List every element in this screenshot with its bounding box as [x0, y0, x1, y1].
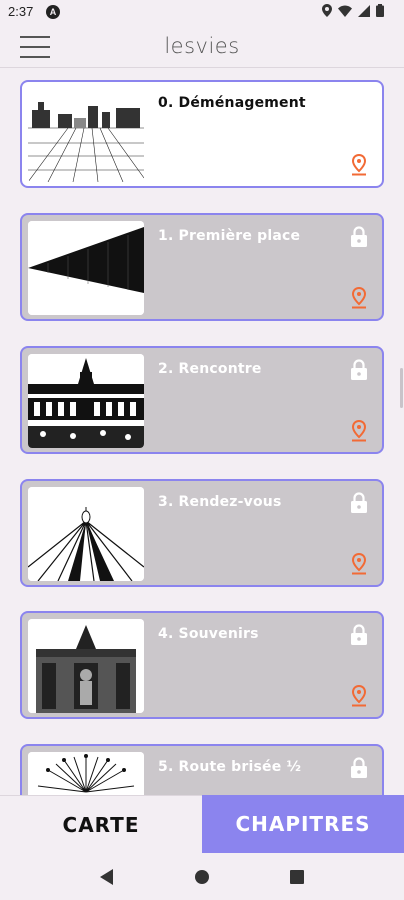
bottom-tabs: CARTE CHAPITRES [0, 795, 404, 853]
chapter-thumbnail-5 [28, 752, 144, 795]
scrollbar[interactable] [400, 68, 404, 795]
tab-carte[interactable]: CARTE [0, 795, 202, 853]
status-bar: 2:37 A [0, 0, 404, 24]
wifi-icon [338, 5, 352, 17]
battery-icon [376, 4, 384, 17]
map-pin-icon[interactable] [350, 553, 368, 575]
lock-icon [351, 624, 367, 645]
lock-icon [351, 492, 367, 513]
back-icon[interactable] [100, 868, 114, 885]
status-icons [322, 4, 384, 17]
map-pin-icon[interactable] [350, 685, 368, 707]
chapter-list[interactable]: 0. Déménagement 1. Première place 2. Ren… [0, 68, 404, 795]
recents-icon[interactable] [290, 869, 304, 884]
notification-a-icon: A [46, 5, 60, 19]
location-icon [322, 4, 332, 17]
lock-icon [351, 757, 367, 778]
lock-icon [351, 359, 367, 380]
signal-icon [358, 4, 370, 17]
app-bar: lesvies [0, 24, 404, 68]
chapter-title-1: 1. Première place [158, 228, 301, 244]
chapter-thumbnail-3 [28, 487, 144, 581]
scrollbar-thumb[interactable] [400, 368, 403, 408]
chapter-card-2[interactable]: 2. Rencontre [20, 346, 384, 454]
chapter-thumbnail-2 [28, 354, 144, 448]
tab-chapitres[interactable]: CHAPITRES [202, 795, 404, 853]
chapter-card-1[interactable]: 1. Première place [20, 213, 384, 321]
chapter-thumbnail-0 [28, 88, 144, 182]
lock-icon [351, 226, 367, 247]
map-pin-icon[interactable] [350, 154, 368, 176]
map-pin-icon[interactable] [350, 287, 368, 309]
home-icon[interactable] [194, 869, 210, 885]
chapter-card-5[interactable]: 5. Route brisée ½ [20, 744, 384, 795]
chapter-card-3[interactable]: 3. Rendez-vous [20, 479, 384, 587]
app-title: lesvies [164, 34, 240, 58]
chapter-card-0[interactable]: 0. Déménagement [20, 80, 384, 188]
chapter-title-5: 5. Route brisée ½ [158, 759, 302, 775]
chapter-thumbnail-4 [28, 619, 144, 713]
chapter-title-4: 4. Souvenirs [158, 626, 259, 642]
map-pin-icon[interactable] [350, 420, 368, 442]
chapter-thumbnail-1 [28, 221, 144, 315]
status-time: 2:37 [8, 4, 34, 19]
system-nav-bar [0, 853, 404, 900]
chapter-title-3: 3. Rendez-vous [158, 494, 282, 510]
chapter-card-4[interactable]: 4. Souvenirs [20, 611, 384, 719]
chapter-title-0: 0. Déménagement [158, 95, 306, 111]
chapter-title-2: 2. Rencontre [158, 361, 262, 377]
